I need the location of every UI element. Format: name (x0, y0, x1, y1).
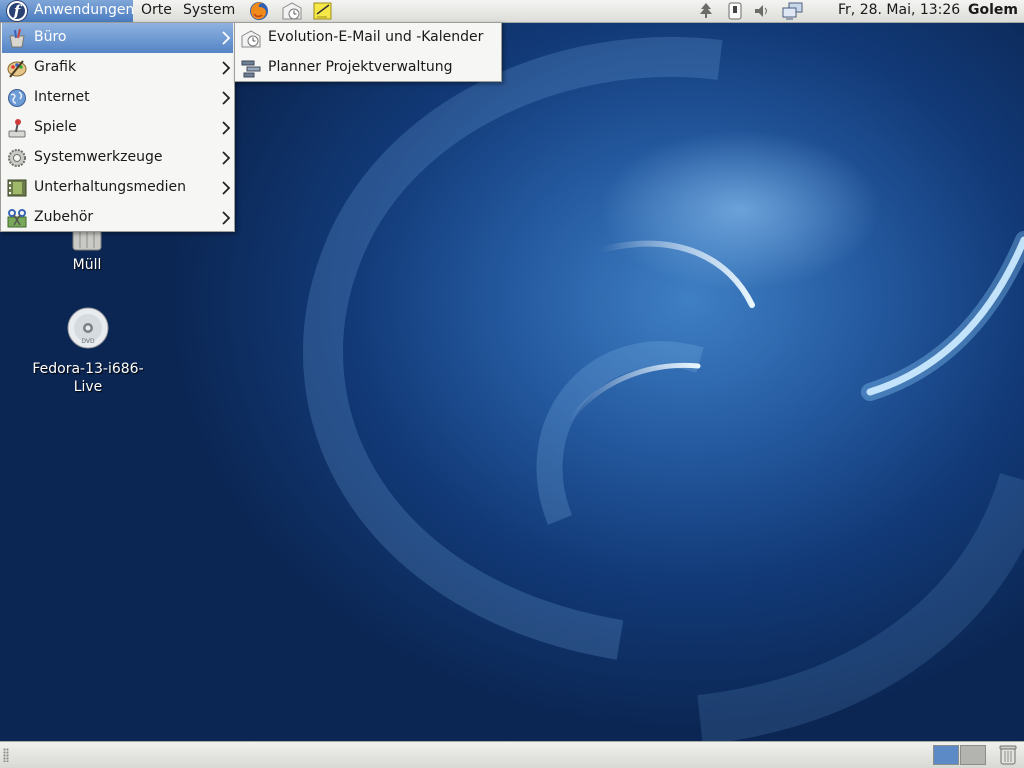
chevron-right-icon (222, 121, 231, 135)
menu-item-label: Büro (34, 29, 67, 45)
bottom-panel (0, 741, 1024, 768)
menu-item-label: Systemwerkzeuge (34, 149, 163, 165)
chevron-right-icon (222, 31, 231, 45)
chevron-right-icon (222, 151, 231, 165)
workspace-1[interactable] (933, 745, 959, 765)
fedora-logo-icon: f (7, 1, 27, 21)
desktop-icon-label: Müll (72, 257, 102, 273)
menu-places[interactable]: Orte (135, 0, 178, 22)
menu-applications-label: Anwendungen (34, 2, 135, 18)
graphics-icon (7, 60, 27, 78)
system-tools-icon (8, 149, 26, 167)
chevron-right-icon (222, 61, 231, 75)
planner-icon (241, 60, 261, 78)
menu-item-office[interactable]: Büro (2, 23, 233, 53)
games-icon (8, 119, 26, 138)
multimedia-icon (7, 179, 27, 197)
network-icon[interactable] (781, 2, 805, 20)
menu-item-games[interactable]: Spiele (2, 113, 233, 143)
desktop-icon-dvd[interactable]: DVD Fedora-13-i686-Live (18, 306, 158, 396)
menu-item-label: Grafik (34, 59, 77, 75)
menu-system[interactable]: System (177, 0, 241, 22)
menu-places-label: Orte (141, 2, 172, 18)
top-panel: f Anwendungen Orte System Fr, 28. Mai, 1… (0, 0, 1024, 23)
menu-item-planner[interactable]: Planner Projektverwaltung (236, 53, 500, 83)
dvd-icon: DVD (67, 307, 109, 349)
menu-item-graphics[interactable]: Grafik (2, 53, 233, 83)
chevron-right-icon (222, 181, 231, 195)
volume-icon[interactable] (752, 2, 772, 20)
chevron-right-icon (222, 211, 231, 225)
user-switcher[interactable]: Golem (968, 0, 1018, 20)
workspace-2[interactable] (960, 745, 986, 765)
menu-item-internet[interactable]: Internet (2, 83, 233, 113)
menu-item-label: Zubehör (34, 209, 94, 225)
menu-applications[interactable]: f Anwendungen (0, 0, 135, 22)
trash-icon[interactable] (997, 744, 1019, 766)
menu-item-label: Planner Projektverwaltung (268, 59, 453, 75)
menu-item-multimedia[interactable]: Unterhaltungsmedien (2, 173, 233, 203)
accessories-icon (7, 209, 27, 228)
svg-text:DVD: DVD (81, 338, 95, 345)
notes-icon[interactable] (312, 0, 334, 22)
update-tree-icon[interactable] (696, 2, 716, 20)
office-icon (9, 28, 25, 48)
menu-item-label: Evolution-E-Mail und -Kalender (268, 29, 484, 45)
menu-item-label: Spiele (34, 119, 77, 135)
office-submenu: Evolution-E-Mail und -Kalender Planner P… (234, 22, 502, 82)
desktop-screen: Müll DVD Fedora-13-i686-Live f Anwendung… (0, 0, 1024, 768)
menu-item-label: Internet (34, 89, 90, 105)
menu-item-accessories[interactable]: Zubehör (2, 203, 233, 233)
evolution-icon (241, 30, 261, 48)
internet-icon (8, 89, 26, 107)
desktop-icon-label: Fedora-13-i686-Live (32, 361, 144, 395)
usb-device-icon[interactable] (725, 2, 745, 20)
applications-menu: Büro Grafik Internet Spiele Systemwerkze… (0, 22, 235, 232)
panel-grip-handle[interactable] (3, 748, 9, 762)
clock[interactable]: Fr, 28. Mai, 13:26 (838, 0, 960, 20)
menu-item-label: Unterhaltungsmedien (34, 179, 187, 195)
evolution-icon[interactable] (281, 0, 303, 22)
menu-item-evolution[interactable]: Evolution-E-Mail und -Kalender (236, 23, 500, 53)
firefox-icon[interactable] (248, 0, 270, 22)
menu-item-system-tools[interactable]: Systemwerkzeuge (2, 143, 233, 173)
menu-system-label: System (183, 2, 236, 18)
chevron-right-icon (222, 91, 231, 105)
